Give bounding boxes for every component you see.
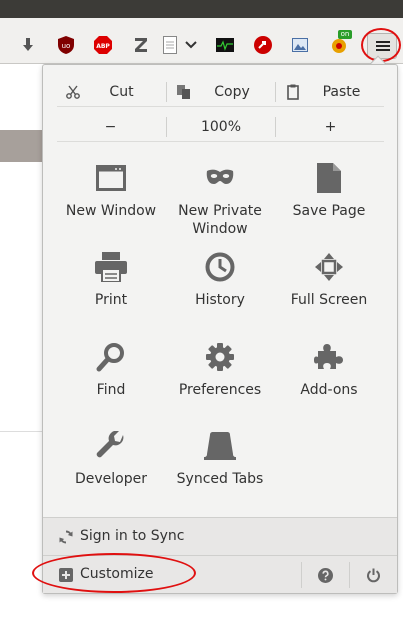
save-page-label: Save Page xyxy=(292,203,366,219)
zoom-out-button[interactable]: − xyxy=(57,112,164,142)
wrench-icon xyxy=(95,430,127,462)
puzzle-icon xyxy=(313,341,345,373)
cut-label: Cut xyxy=(109,84,134,100)
plus-square-icon xyxy=(59,568,73,582)
find-label: Find xyxy=(96,382,126,398)
download-icon[interactable] xyxy=(18,35,38,55)
extension-badge: on xyxy=(338,30,352,39)
page-background-bar xyxy=(0,130,42,162)
mask-icon xyxy=(204,162,236,194)
fullscreen-icon xyxy=(313,251,345,283)
clipboard-icon xyxy=(287,84,299,100)
customize-label: Customize xyxy=(80,566,154,582)
copy-button[interactable]: Copy xyxy=(168,77,274,107)
synced-tabs-label: Synced Tabs xyxy=(176,471,264,487)
ublock-icon[interactable]: uo xyxy=(56,35,76,55)
sign-in-to-sync-label: Sign in to Sync xyxy=(80,528,185,544)
clock-icon xyxy=(204,251,236,283)
new-window-label: New Window xyxy=(65,203,157,219)
power-icon xyxy=(367,568,380,582)
zoom-in-button[interactable]: + xyxy=(277,112,384,142)
chevron-down-icon[interactable] xyxy=(181,35,201,55)
edit-controls: Cut Copy Paste xyxy=(57,77,384,107)
paste-label: Paste xyxy=(322,84,361,100)
sign-in-to-sync-button[interactable]: Sign in to Sync xyxy=(43,517,397,555)
developer-label: Developer xyxy=(74,471,147,487)
page-icon[interactable] xyxy=(160,35,180,55)
history-button[interactable]: History xyxy=(165,251,275,337)
print-button[interactable]: Print xyxy=(56,251,166,337)
sync-icon xyxy=(59,530,73,544)
menu-footer: Customize xyxy=(43,555,397,593)
window-icon xyxy=(95,162,127,194)
preferences-label: Preferences xyxy=(178,382,262,398)
synced-tabs-button[interactable]: Synced Tabs xyxy=(165,430,275,516)
magnifier-icon xyxy=(95,341,127,373)
flashgot-icon[interactable] xyxy=(253,35,273,55)
window-top-strip xyxy=(0,0,403,18)
svg-text:uo: uo xyxy=(62,42,71,50)
zoom-reset-button[interactable]: 100% xyxy=(168,112,274,142)
customize-button[interactable]: Customize xyxy=(43,556,301,594)
help-icon xyxy=(318,567,333,583)
help-button[interactable] xyxy=(302,556,349,594)
copy-icon xyxy=(177,85,190,99)
cut-button[interactable]: Cut xyxy=(57,77,164,107)
image-icon[interactable] xyxy=(290,35,310,55)
gear-icon xyxy=(204,341,236,373)
main-menu-panel: Cut Copy Paste − 100% + New Window New P… xyxy=(42,64,398,594)
quit-button[interactable] xyxy=(350,556,397,594)
scissors-icon xyxy=(66,85,80,99)
hamburger-menu-button[interactable] xyxy=(367,33,397,59)
hamburger-menu-icon xyxy=(376,41,390,43)
add-ons-label: Add-ons xyxy=(300,382,358,398)
adblock-icon[interactable]: ABP xyxy=(93,35,113,55)
print-label: Print xyxy=(94,292,128,308)
page-save-icon xyxy=(313,162,345,194)
zoom-controls: − 100% + xyxy=(57,112,384,142)
new-private-window-button[interactable]: New Private Window xyxy=(165,162,275,248)
copy-label: Copy xyxy=(214,84,250,100)
new-window-button[interactable]: New Window xyxy=(56,162,166,248)
history-label: History xyxy=(195,292,245,308)
activity-icon[interactable] xyxy=(215,35,235,55)
preferences-button[interactable]: Preferences xyxy=(165,341,275,427)
page-divider xyxy=(0,431,42,432)
printer-icon xyxy=(95,251,127,283)
browser-toolbar: uo ABP on xyxy=(0,18,403,64)
developer-button[interactable]: Developer xyxy=(56,430,166,516)
find-button[interactable]: Find xyxy=(56,341,166,427)
paste-button[interactable]: Paste xyxy=(277,77,384,107)
add-ons-button[interactable]: Add-ons xyxy=(274,341,384,427)
zotero-icon[interactable] xyxy=(131,35,151,55)
synced-tabs-icon xyxy=(204,430,236,462)
full-screen-label: Full Screen xyxy=(290,292,368,308)
save-page-button[interactable]: Save Page xyxy=(274,162,384,248)
new-private-window-label: New Private Window xyxy=(178,203,262,237)
full-screen-button[interactable]: Full Screen xyxy=(274,251,384,337)
svg-text:ABP: ABP xyxy=(96,43,110,50)
